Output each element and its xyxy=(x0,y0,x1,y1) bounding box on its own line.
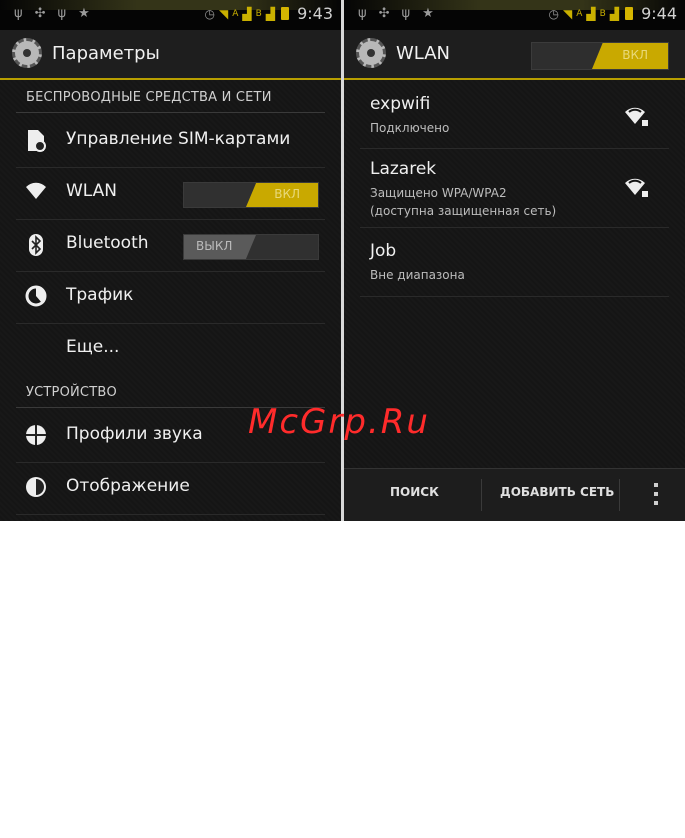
status-bar: ψ ✣ ψ ★ ◷ ◥ A ▟ B ▟ 9:43 xyxy=(0,0,341,30)
bluetooth-icon xyxy=(24,233,48,257)
signal-icon: ▟ xyxy=(265,6,276,21)
signal-icon: ▟ xyxy=(609,6,620,21)
wifi-secure-icon xyxy=(623,177,649,199)
battery-icon xyxy=(281,7,290,20)
usb-icon: ψ xyxy=(401,6,411,21)
wlan-master-toggle[interactable]: ВКЛ xyxy=(531,42,669,70)
overflow-menu-icon[interactable] xyxy=(653,483,659,509)
usb-icon: ψ xyxy=(57,6,67,21)
network-name: Lazarek xyxy=(370,159,437,179)
signal-icon: ▟ xyxy=(242,6,252,21)
sim2-label: B xyxy=(255,8,262,19)
settings-item-label: Трафик xyxy=(66,285,134,305)
wifi-icon xyxy=(24,181,48,205)
network-item[interactable]: expwifi Подключено xyxy=(360,84,669,149)
network-item[interactable]: Lazarek Защищено WPA/WPA2 (доступна защи… xyxy=(360,149,669,228)
settings-item-display[interactable]: Отображение xyxy=(16,462,325,515)
settings-item-bluetooth[interactable]: Bluetooth ВЫКЛ xyxy=(16,219,325,272)
alarm-icon: ◷ xyxy=(204,6,215,21)
network-name: Job xyxy=(370,241,397,261)
settings-item-label: Еще... xyxy=(66,337,120,357)
data-usage-icon xyxy=(24,285,48,309)
network-name: expwifi xyxy=(370,94,431,114)
sim1-label: A xyxy=(576,8,583,19)
android-debug-icon: ✣ xyxy=(378,6,390,21)
settings-item-sim[interactable]: Управление SIM-картами xyxy=(16,115,325,168)
network-status: Подключено xyxy=(370,121,450,135)
battery-icon xyxy=(625,7,634,20)
wifi-secure-icon xyxy=(623,106,649,128)
clock: 9:43 xyxy=(297,4,333,23)
wlan-toggle[interactable]: ВКЛ xyxy=(183,182,319,208)
wifi-status-icon: ◥ xyxy=(563,6,573,21)
settings-item-label: Отображение xyxy=(66,476,190,496)
network-status: Защищено WPA/WPA2 xyxy=(370,186,507,200)
settings-screen: ψ ✣ ψ ★ ◷ ◥ A ▟ B ▟ 9:43 Параметры БЕСПР… xyxy=(0,0,341,521)
network-status: Вне диапазона xyxy=(370,268,465,282)
toggle-state: ВКЛ xyxy=(274,187,300,201)
sim-card-icon xyxy=(24,129,48,153)
clock: 9:44 xyxy=(641,4,677,23)
settings-item-traffic[interactable]: Трафик xyxy=(16,271,325,324)
settings-item-label: Bluetooth xyxy=(66,233,149,253)
action-bar: Параметры xyxy=(0,30,341,80)
toggle-state: ВЫКЛ xyxy=(196,239,233,253)
add-network-button[interactable]: ДОБАВИТЬ СЕТЬ xyxy=(500,485,614,499)
settings-item-label: Управление SIM-картами xyxy=(66,129,291,149)
sim2-label: B xyxy=(599,8,606,19)
sound-profile-icon xyxy=(24,424,48,448)
action-bar: WLAN ВКЛ xyxy=(344,30,685,80)
android-debug-icon: ✣ xyxy=(34,6,46,21)
signal-icon: ▟ xyxy=(586,6,596,21)
star-icon: ★ xyxy=(78,6,90,21)
display-icon xyxy=(24,476,48,500)
gear-icon[interactable] xyxy=(12,38,42,68)
settings-item-label: WLAN xyxy=(66,181,118,201)
alarm-icon: ◷ xyxy=(548,6,559,21)
watermark: McGrp.Ru xyxy=(248,402,430,442)
sim1-label: A xyxy=(232,8,239,19)
network-status-detail: (доступна защищенная сеть) xyxy=(370,204,557,218)
usb-icon: ψ xyxy=(14,6,23,21)
settings-item-label: Профили звука xyxy=(66,424,203,444)
section-header-wireless: БЕСПРОВОДНЫЕ СРЕДСТВА И СЕТИ xyxy=(26,90,272,105)
star-icon: ★ xyxy=(422,6,434,21)
network-item[interactable]: Job Вне диапазона xyxy=(360,228,669,297)
wifi-status-icon: ◥ xyxy=(219,6,229,21)
page-title: WLAN xyxy=(396,43,451,64)
page-title: Параметры xyxy=(52,43,160,64)
usb-icon: ψ xyxy=(358,6,367,21)
toggle-state: ВКЛ xyxy=(622,48,648,62)
wlan-screen: ψ ✣ ψ ★ ◷ ◥ A ▟ B ▟ 9:44 WLAN ВКЛ expwif… xyxy=(344,0,685,521)
bluetooth-toggle[interactable]: ВЫКЛ xyxy=(183,234,319,260)
search-button[interactable]: ПОИСК xyxy=(390,485,439,499)
status-bar: ψ ✣ ψ ★ ◷ ◥ A ▟ B ▟ 9:44 xyxy=(344,0,685,30)
gear-icon[interactable] xyxy=(356,38,386,68)
bottom-action-bar: ПОИСК ДОБАВИТЬ СЕТЬ xyxy=(344,468,685,521)
section-header-device: УСТРОЙСТВО xyxy=(26,385,117,400)
settings-item-more[interactable]: Еще... xyxy=(16,323,325,375)
settings-item-wlan[interactable]: WLAN ВКЛ xyxy=(16,167,325,220)
